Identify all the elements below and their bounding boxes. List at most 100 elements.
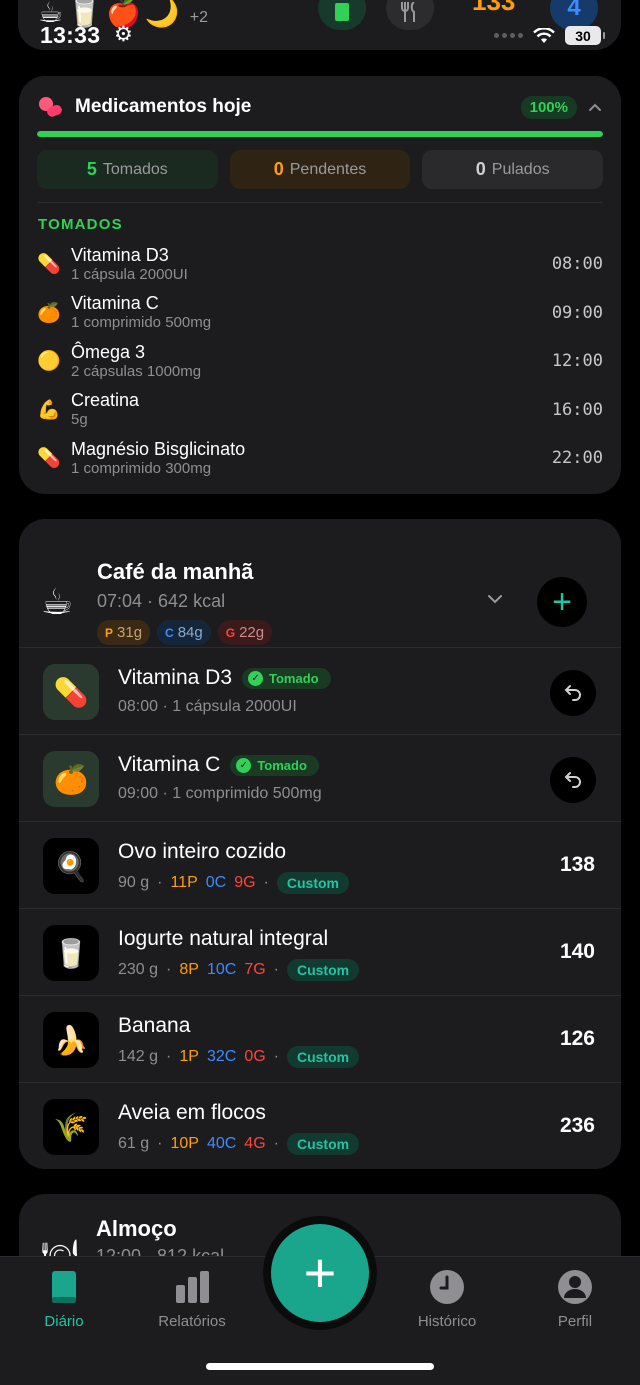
- chevron-down-icon[interactable]: [485, 589, 505, 609]
- medication-dose: 1 cápsula 2000UI: [71, 265, 188, 283]
- food-detail: 61 g · 10P 40C 4G · Custom: [118, 1133, 360, 1155]
- status-time: 13:33: [40, 22, 101, 48]
- book-icon: [52, 1271, 76, 1303]
- food-row[interactable]: 🍌 Banana 142 g · 1P 32C 0G · Custom 126: [19, 995, 621, 1082]
- tab-reports[interactable]: Relatórios: [137, 1267, 247, 1330]
- food-row[interactable]: 🍳 Ovo inteiro cozido 90 g · 11P 0C 9G · Custom…: [19, 821, 621, 908]
- capsule-icon: 💊: [37, 448, 61, 470]
- food-detail: 90 g · 11P 0C 9G · Custom: [118, 872, 349, 894]
- supplement-detail: 09:00 · 1 comprimido 500mg: [118, 785, 322, 802]
- battery-icon: 30: [565, 26, 605, 45]
- food-kcal: 138: [559, 853, 595, 876]
- food-detail: 142 g · 1P 32C 0G · Custom: [118, 1046, 360, 1068]
- add-food-button[interactable]: +: [537, 577, 587, 627]
- medication-name: Vitamina D3: [71, 244, 169, 265]
- undo-button[interactable]: [550, 757, 596, 803]
- stat-taken[interactable]: 5 Tomados: [37, 150, 218, 189]
- status-indicators: 30: [494, 26, 605, 45]
- custom-badge: Custom: [276, 872, 349, 894]
- gear-icon: ⚙: [114, 23, 133, 46]
- muscle-icon: 💪: [37, 399, 61, 421]
- medication-time: 16:00: [551, 399, 603, 420]
- taken-badge: ✓ Tomado: [230, 755, 319, 776]
- tab-diary[interactable]: Diário: [9, 1267, 119, 1330]
- progress-fill: [37, 131, 603, 137]
- medication-name: Ômega 3: [71, 341, 146, 362]
- undo-icon: [564, 685, 581, 701]
- tab-history[interactable]: Histórico: [392, 1267, 502, 1330]
- more-count: +2: [189, 8, 208, 26]
- medication-item[interactable]: 💪 Creatina 5g 16:00: [37, 386, 603, 435]
- undo-button[interactable]: [550, 670, 596, 716]
- pills-icon: [39, 97, 62, 117]
- food-name: Iogurte natural integral: [118, 927, 329, 950]
- medication-item[interactable]: 🟡 Ômega 32 cápsulas 1000mg 12:00: [37, 337, 603, 386]
- medication-dose: 2 cápsulas 1000mg: [71, 362, 202, 380]
- supplement-row[interactable]: 🍊 Vitamina C ✓ Tomado 09:00 · 1 comprimido…: [19, 734, 621, 821]
- divider: [37, 202, 603, 203]
- medications-header[interactable]: Medicamentos hoje 100%: [37, 94, 603, 120]
- medication-time: 12:00: [551, 351, 603, 372]
- taken-badge: ✓ Tomado: [242, 668, 331, 689]
- oats-icon: 🌾: [43, 1099, 99, 1155]
- supplement-name: Vitamina D3 ✓ Tomado: [118, 666, 331, 690]
- protein-chip: P 31g: [97, 620, 151, 645]
- carbs-chip: C 84g: [157, 620, 211, 645]
- check-icon: ✓: [236, 758, 252, 773]
- stat-skipped[interactable]: 0 Pulados: [422, 150, 604, 189]
- meal-header[interactable]: ☕ Café da manhã 07:04 · 642 kcal P 31g C8…: [41, 539, 601, 649]
- yogurt-icon: 🥛: [43, 925, 99, 981]
- food-row[interactable]: 🥛 Iogurte natural integral 230 g · 8P 10C 7G…: [19, 908, 621, 995]
- document-icon: [335, 3, 349, 21]
- custom-badge: Custom: [286, 1133, 360, 1155]
- medications-title: Medicamentos hoje: [75, 96, 252, 117]
- banana-icon: 🍌: [43, 1012, 99, 1068]
- medications-card: Medicamentos hoje 100% 5 Tomados 0 Pendent…: [19, 76, 621, 494]
- medication-dose: 5g: [71, 411, 88, 429]
- medication-name: Creatina: [71, 390, 140, 411]
- section-label-taken: TOMADOS: [38, 216, 123, 233]
- orange-icon: 🍊: [43, 751, 99, 807]
- capsule-icon: 💊: [43, 664, 99, 720]
- food-kcal: 140: [559, 940, 595, 963]
- custom-badge: Custom: [286, 1046, 360, 1068]
- check-icon: ✓: [248, 671, 264, 686]
- medication-stats: 5 Tomados 0 Pendentes 0 Pulados: [37, 150, 604, 189]
- food-kcal: 236: [559, 1114, 595, 1137]
- macro-chips: P 31g C 84g G 22g: [97, 620, 273, 645]
- supplement-detail: 08:00 · 1 cápsula 2000UI: [118, 698, 297, 715]
- bar-chart-icon: [176, 1271, 209, 1303]
- medication-time: 09:00: [551, 302, 603, 323]
- medication-item[interactable]: 💊 Vitamina D3 1 cápsula 2000UI 08:00: [37, 240, 603, 289]
- food-name: Banana: [118, 1014, 191, 1037]
- signal-icon: [494, 33, 523, 38]
- food-row[interactable]: 🌾 Aveia em flocos 61 g · 10P 40C 4G · Custom 2…: [19, 1082, 621, 1169]
- home-indicator[interactable]: [206, 1363, 434, 1370]
- medication-item[interactable]: 💊 Magnésio Bisglicinato 1 comprimido 300m…: [37, 434, 603, 483]
- medication-progress-bar: [37, 131, 603, 137]
- person-icon: [558, 1270, 592, 1304]
- medication-item[interactable]: 🍊 Vitamina C1 comprimido 500mg 09:00: [37, 289, 603, 338]
- supplement-name: Vitamina C ✓ Tomado: [118, 753, 319, 777]
- completion-badge: 100%: [520, 95, 577, 119]
- medication-time: 08:00: [551, 254, 603, 275]
- moon-icon: 🌙: [144, 0, 180, 28]
- streak-count: 133: [472, 0, 516, 16]
- fat-chip: G 22g: [217, 620, 273, 645]
- food-name: Aveia em flocos: [118, 1101, 266, 1124]
- tab-profile[interactable]: Perfil: [520, 1267, 630, 1330]
- medication-time: 22:00: [551, 448, 603, 469]
- meal-items: 💊 Vitamina D3 ✓ Tomado 08:00 · 1 cápsula 2…: [19, 647, 621, 1169]
- custom-badge: Custom: [286, 959, 360, 981]
- breakfast-card: ☕ Café da manhã 07:04 · 642 kcal P 31g C8…: [19, 519, 621, 1169]
- supplement-row[interactable]: 💊 Vitamina D3 ✓ Tomado 08:00 · 1 cápsula 2…: [19, 647, 621, 734]
- medication-list: 💊 Vitamina D3 1 cápsula 2000UI 08:00 🍊 Vi…: [37, 240, 603, 483]
- meal-title: Almoço: [96, 1216, 177, 1241]
- fried-egg-icon: 🍳: [43, 838, 99, 894]
- chevron-up-icon[interactable]: [587, 99, 603, 115]
- stat-pending[interactable]: 0 Pendentes: [229, 150, 411, 189]
- meal-summary: 07:04 · 642 kcal: [97, 591, 226, 611]
- quick-add-ring: +: [263, 1216, 377, 1330]
- coffee-icon: ☕: [41, 581, 74, 622]
- quick-add-button[interactable]: +: [271, 1224, 369, 1322]
